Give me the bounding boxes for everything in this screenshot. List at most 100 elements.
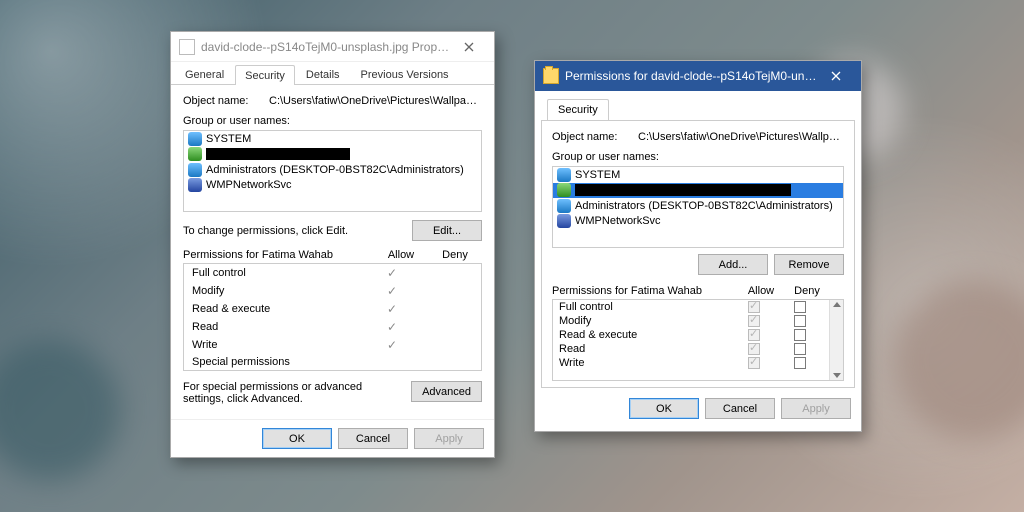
permissions-titlebar: Permissions for david-clode--pS14oTejM0-… [535,61,861,91]
permission-row: Write [553,356,829,370]
user-row[interactable] [553,183,843,199]
user-row[interactable]: WMPNetworkSvc [184,178,481,194]
permission-row: Full control✓ [184,264,481,282]
cancel-button[interactable]: Cancel [705,398,775,419]
allow-cell: ✓ [365,266,419,280]
object-name-label: Object name: [552,131,638,143]
scroll-up-icon[interactable] [833,302,841,307]
tab-security[interactable]: Security [235,65,295,85]
permission-name: Read [559,343,731,355]
group-users-label: Group or user names: [552,151,844,163]
permissions-title: Permissions for david-clode--pS14oTejM0-… [565,69,819,83]
file-icon [179,39,195,55]
allow-header: Allow [738,285,784,297]
allow-checkbox[interactable] [731,357,777,369]
user-row[interactable] [184,147,481,163]
tab-general[interactable]: General [175,64,234,84]
user-icon [188,147,202,161]
edit-helper-text: To change permissions, click Edit. [183,225,412,237]
permission-row: Read & execute✓ [184,300,481,318]
user-row[interactable]: SYSTEM [184,131,481,147]
allow-header: Allow [374,249,428,261]
advanced-button[interactable]: Advanced [411,381,482,402]
user-icon [557,214,571,228]
cancel-button[interactable]: Cancel [338,428,408,449]
user-row[interactable]: WMPNetworkSvc [553,214,843,230]
deny-checkbox[interactable] [777,343,823,355]
properties-titlebar: david-clode--pS14oTejM0-unsplash.jpg Pro… [171,32,494,62]
user-icon [188,178,202,192]
permissions-list: Full control✓Modify✓Read & execute✓Read✓… [183,263,482,371]
close-icon[interactable] [819,65,853,87]
folder-icon [543,68,559,84]
user-icon [188,163,202,177]
allow-cell: ✓ [365,320,419,334]
permission-name: Read & execute [192,303,365,315]
permission-row: Special permissions [184,354,481,370]
user-icon [188,132,202,146]
permission-name: Modify [192,285,365,297]
permission-row: Read & execute [553,328,829,342]
permissions-for-label: Permissions for Fatima Wahab [183,249,374,261]
permission-row: Modify [553,314,829,328]
user-icon [557,168,571,182]
properties-dialog: david-clode--pS14oTejM0-unsplash.jpg Pro… [170,31,495,458]
scroll-down-icon[interactable] [833,373,841,378]
properties-title: david-clode--pS14oTejM0-unsplash.jpg Pro… [201,40,452,54]
user-row[interactable]: Administrators (DESKTOP-0BST82C\Administ… [553,198,843,214]
tab-details[interactable]: Details [296,64,350,84]
allow-checkbox[interactable] [731,301,777,313]
deny-checkbox[interactable] [777,329,823,341]
apply-button[interactable]: Apply [781,398,851,419]
user-icon [557,199,571,213]
permission-name: Modify [559,315,731,327]
apply-button[interactable]: Apply [414,428,484,449]
allow-cell: ✓ [365,302,419,316]
ok-button[interactable]: OK [629,398,699,419]
deny-checkbox[interactable] [777,357,823,369]
permission-name: Full control [559,301,731,313]
permissions-for-label: Permissions for Fatima Wahab [552,285,738,297]
permission-name: Read & execute [559,329,731,341]
permissions-list: Full control Modify Read & execute Read Writ… [552,299,844,381]
object-name-value: C:\Users\fatiw\OneDrive\Pictures\Wallpap… [638,131,844,143]
allow-cell: ✓ [365,338,419,352]
ok-button[interactable]: OK [262,428,332,449]
permission-name: Full control [192,267,365,279]
permission-row: Full control [553,300,829,314]
deny-checkbox[interactable] [777,315,823,327]
properties-tabs: General Security Details Previous Versio… [171,62,494,85]
object-name-label: Object name: [183,95,269,107]
edit-button[interactable]: Edit... [412,220,482,241]
close-icon[interactable] [452,36,486,58]
user-row[interactable]: Administrators (DESKTOP-0BST82C\Administ… [184,162,481,178]
allow-cell: ✓ [365,284,419,298]
deny-checkbox[interactable] [777,301,823,313]
group-users-list[interactable]: SYSTEM Administrators (DESKTOP-0BST82C\Ad… [183,130,482,212]
permission-row: Write✓ [184,336,481,354]
group-users-label: Group or user names: [183,115,482,127]
permission-row: Read [553,342,829,356]
group-users-list[interactable]: SYSTEM Administrators (DESKTOP-0BST82C\Ad… [552,166,844,248]
deny-header: Deny [428,249,482,261]
tab-previous-versions[interactable]: Previous Versions [351,64,459,84]
user-row[interactable]: SYSTEM [553,167,843,183]
allow-checkbox[interactable] [731,343,777,355]
scrollbar[interactable] [829,300,843,380]
allow-checkbox[interactable] [731,329,777,341]
permission-name: Write [192,339,365,351]
user-icon [557,183,571,197]
permission-name: Special permissions [192,356,365,368]
tab-security[interactable]: Security [547,99,609,120]
deny-header: Deny [784,285,830,297]
remove-button[interactable]: Remove [774,254,844,275]
advanced-helper-text: For special permissions or advanced sett… [183,381,411,405]
object-name-value: C:\Users\fatiw\OneDrive\Pictures\Wallpap… [269,95,482,107]
permissions-dialog: Permissions for david-clode--pS14oTejM0-… [534,60,862,432]
permission-name: Write [559,357,731,369]
permission-row: Read✓ [184,318,481,336]
allow-checkbox[interactable] [731,315,777,327]
add-button[interactable]: Add... [698,254,768,275]
permission-name: Read [192,321,365,333]
permission-row: Modify✓ [184,282,481,300]
